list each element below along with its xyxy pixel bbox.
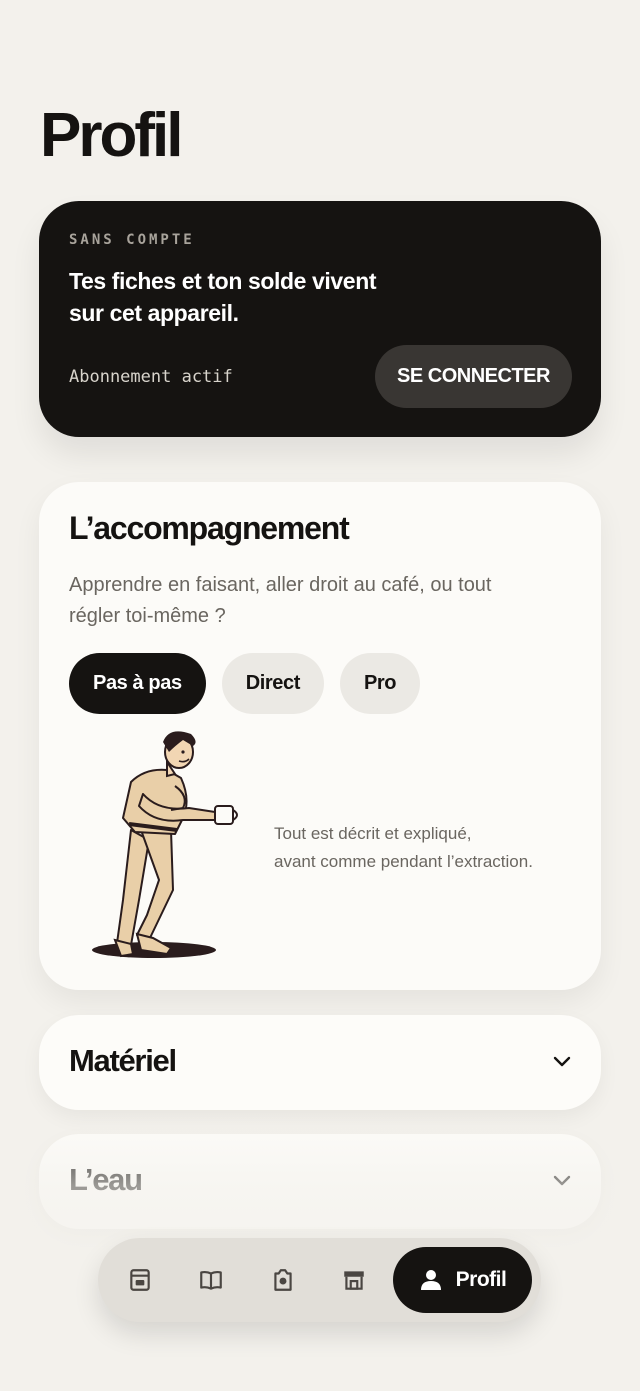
- mode-tab-pas-a-pas[interactable]: Pas à pas: [69, 653, 206, 714]
- account-card: SANS COMPTE Tes fiches et ton solde vive…: [39, 201, 601, 437]
- guidance-title: L’accompagnement: [69, 510, 350, 546]
- subscription-status: Abonnement actif: [69, 367, 233, 387]
- account-eyebrow: SANS COMPTE: [69, 232, 195, 248]
- mode-hint-line-1: Tout est décrit et expliqué,: [274, 824, 472, 843]
- chevron-down-icon: [553, 1175, 571, 1186]
- accordion-title-eau: L’eau: [69, 1162, 143, 1197]
- guidance-card: L’accompagnement Apprendre en faisant, a…: [39, 482, 601, 990]
- nav-item-profil-label: Profil: [455, 1268, 507, 1291]
- coffee-machine-icon[interactable]: [127, 1267, 153, 1293]
- chevron-down-icon: [553, 1056, 571, 1067]
- accordion-eau[interactable]: L’eau: [39, 1134, 601, 1229]
- guidance-description: Apprendre en faisant, aller droit au caf…: [69, 574, 492, 627]
- shop-icon[interactable]: [341, 1267, 367, 1293]
- mode-hint-line-2: avant comme pendant l’extraction.: [274, 852, 533, 871]
- mode-tab-direct[interactable]: Direct: [221, 653, 324, 714]
- barista-illustration: [92, 731, 238, 958]
- account-description: Tes fiches et ton solde vivent sur cet a…: [69, 268, 377, 326]
- accordion-materiel[interactable]: Matériel: [39, 1015, 601, 1110]
- connect-button[interactable]: SE CONNECTER: [375, 345, 572, 408]
- nav-item-profil[interactable]: Profil: [393, 1247, 532, 1313]
- book-icon[interactable]: [198, 1267, 224, 1293]
- page-title: Profil: [40, 101, 183, 170]
- bottom-nav: Profil: [98, 1238, 541, 1322]
- guidance-mode-tabs: Pas à pas Direct Pro: [69, 653, 421, 714]
- camera-icon[interactable]: [270, 1267, 296, 1293]
- mode-tab-pro[interactable]: Pro: [339, 653, 421, 714]
- person-icon: [420, 1270, 441, 1290]
- mode-hint: Tout est décrit et expliqué, avant comme…: [274, 820, 533, 876]
- accordion-title-materiel: Matériel: [69, 1043, 177, 1078]
